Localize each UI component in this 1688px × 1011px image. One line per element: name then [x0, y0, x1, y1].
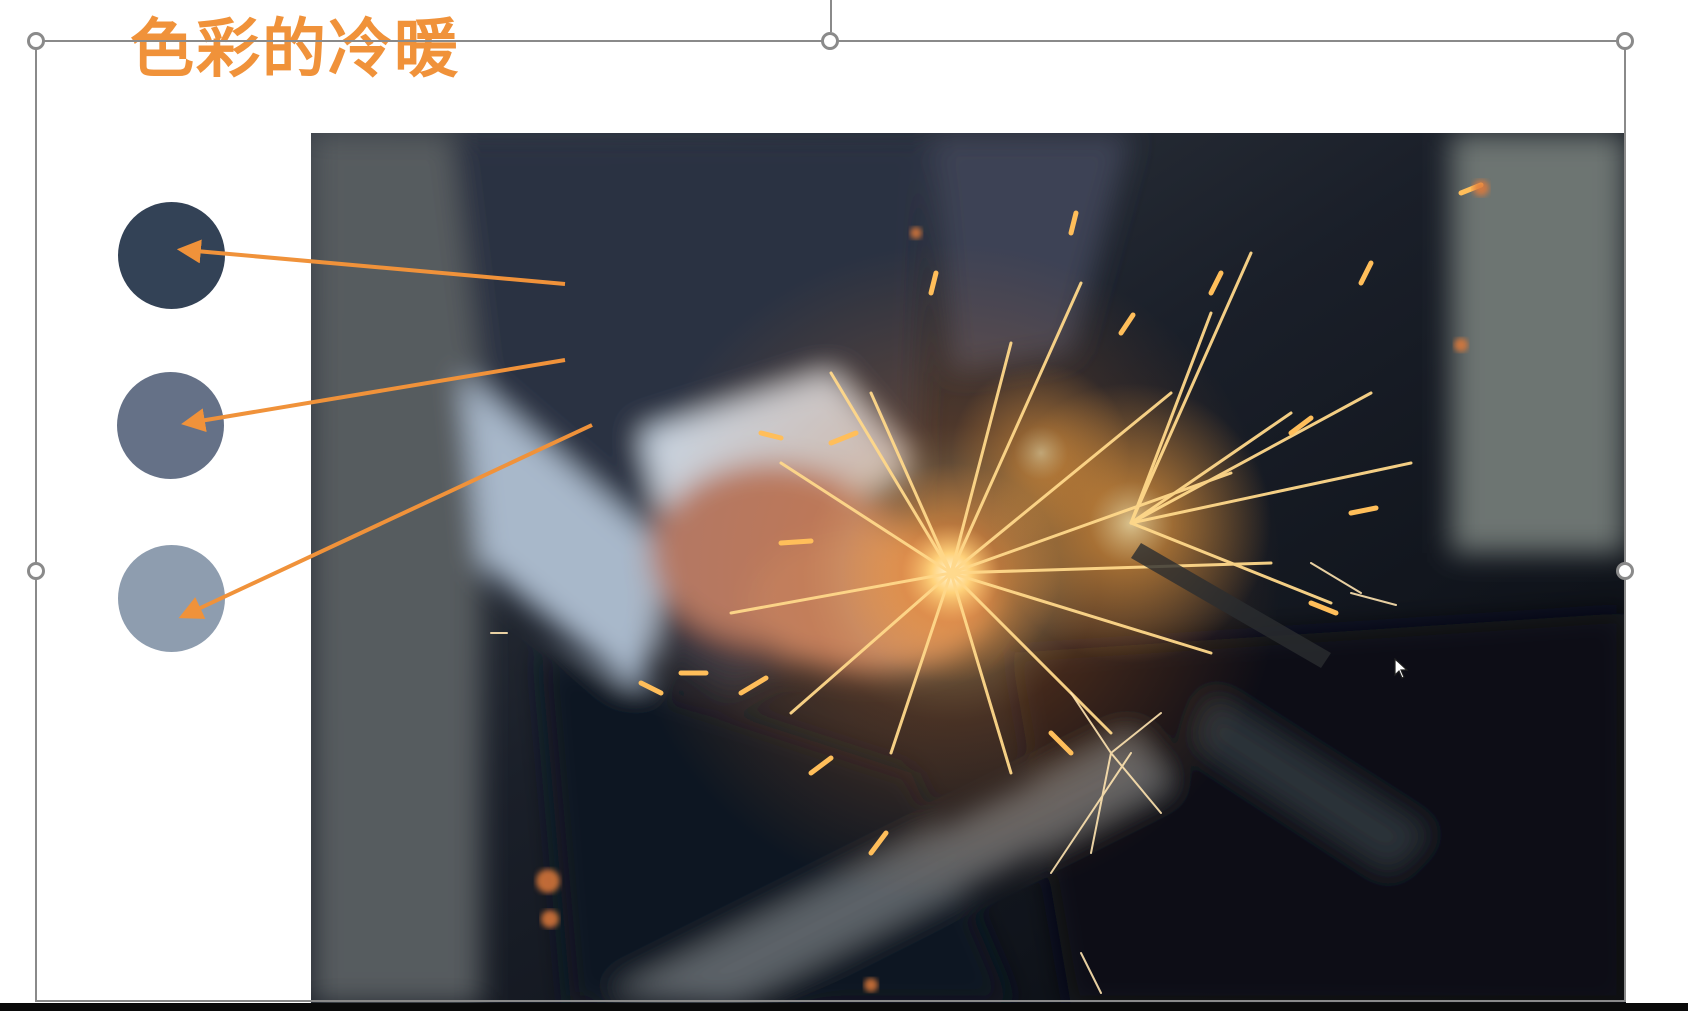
sparkler-image-graphic [311, 133, 1626, 1005]
sparkler-photo[interactable] [311, 133, 1626, 1005]
resize-handle-middle-right[interactable] [1616, 562, 1634, 580]
resize-handle-middle-left[interactable] [27, 562, 45, 580]
slide-canvas[interactable]: 色彩的冷暖 [0, 0, 1688, 1011]
resize-handle-top-left[interactable] [27, 32, 45, 50]
resize-handle-top-center[interactable] [821, 32, 839, 50]
mouse-pointer-icon [1394, 658, 1409, 679]
slide-title[interactable]: 色彩的冷暖 [130, 18, 460, 82]
bottom-edge-bar [0, 1003, 1688, 1011]
swatch-slate-gray[interactable] [117, 372, 224, 479]
resize-handle-top-right[interactable] [1616, 32, 1634, 50]
swatch-dark-navy[interactable] [118, 202, 225, 309]
swatch-light-blue-gray[interactable] [118, 545, 225, 652]
